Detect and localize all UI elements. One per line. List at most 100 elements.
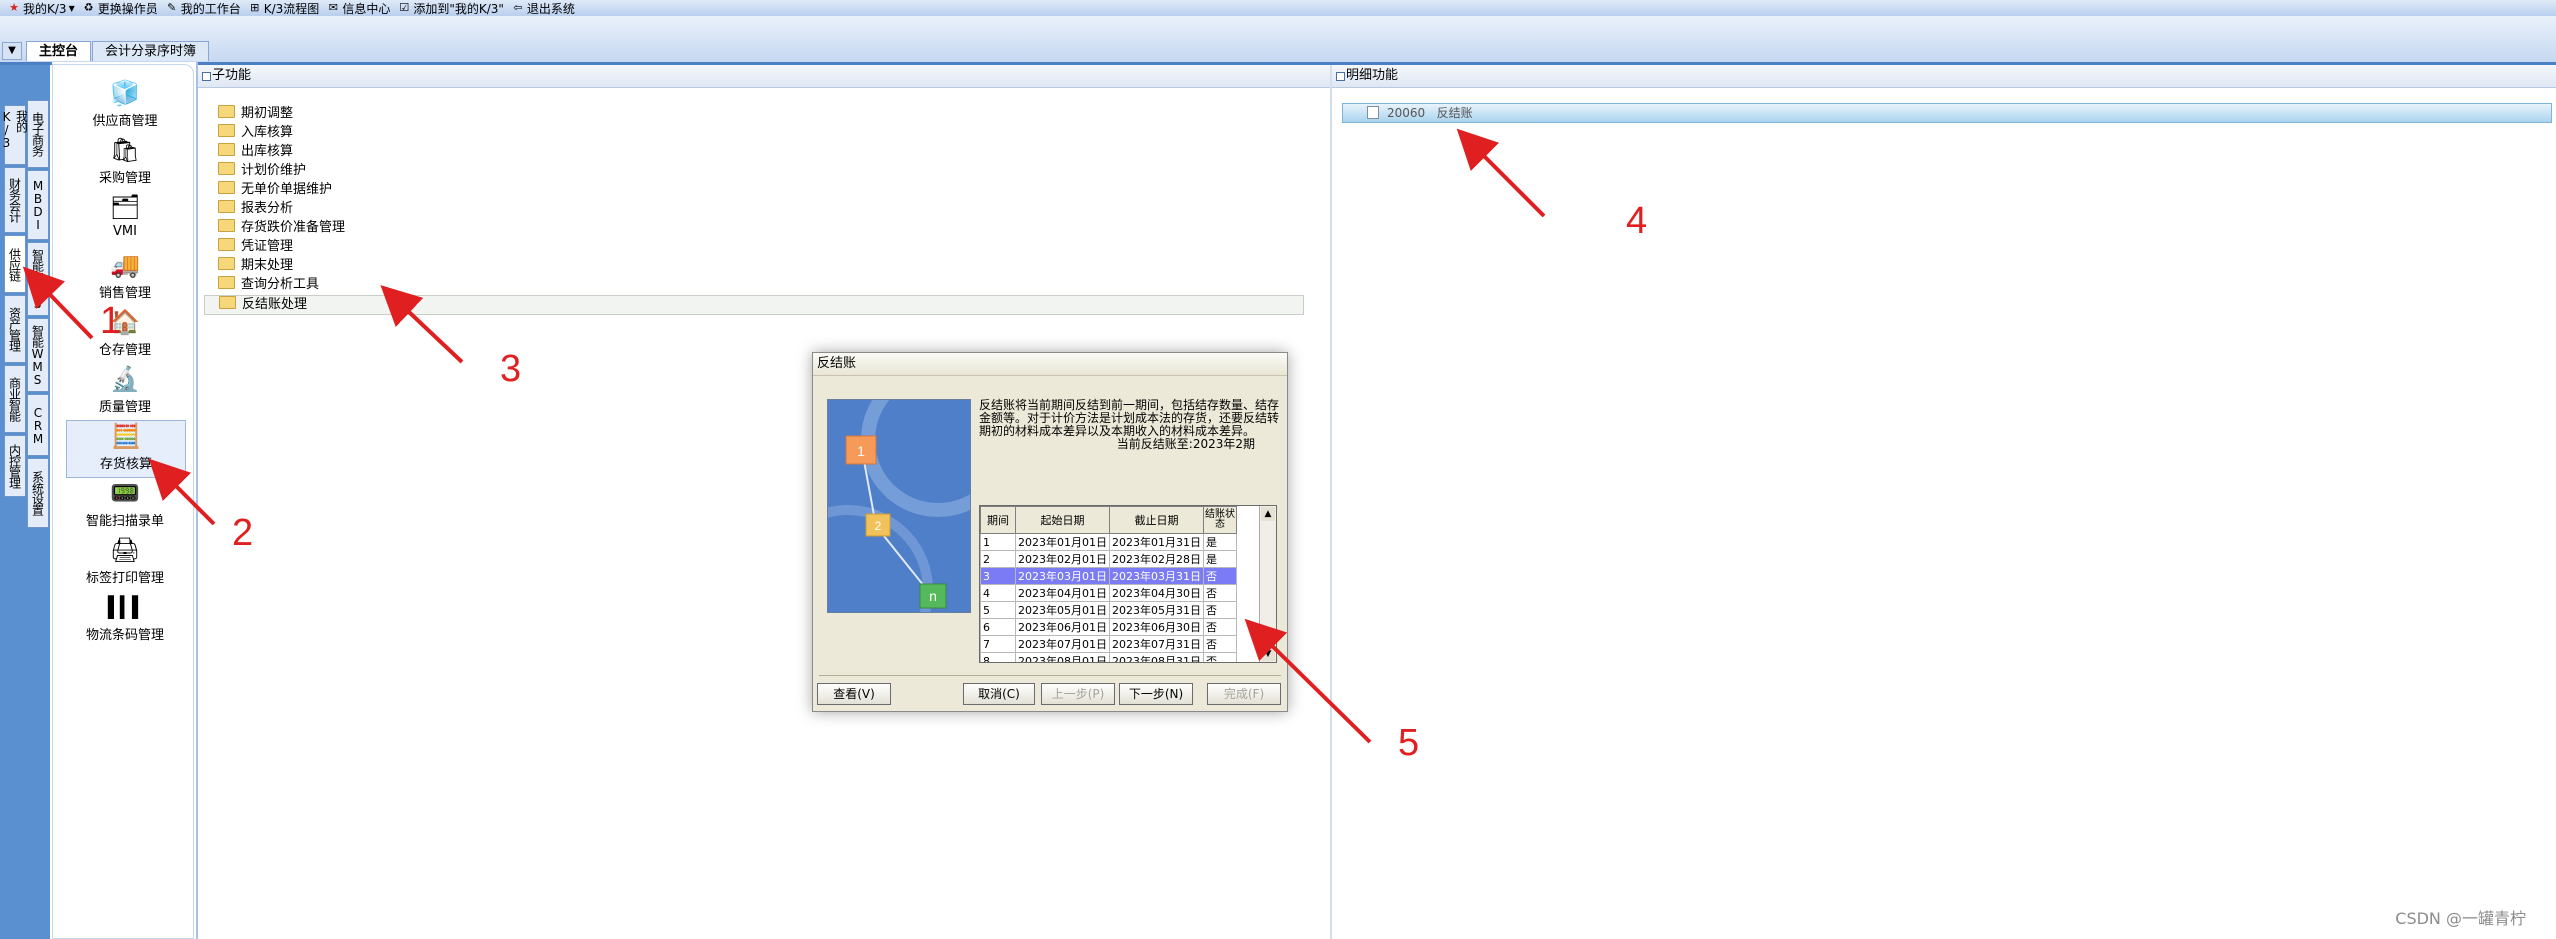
next-button[interactable]: 下一步(N) <box>1119 683 1193 705</box>
art-label-n: n <box>929 588 937 604</box>
module-vmi[interactable]: 🗂 VMI <box>66 192 184 239</box>
add-favorite-icon: ☑ <box>399 1 410 14</box>
module-warehouse[interactable]: 🏠 仓存管理 <box>66 307 184 358</box>
period-table[interactable]: 期间 起始日期 截止日期 结账状态 1 2023年01月01日 2023年01月31… <box>979 505 1277 663</box>
col-header-status: 结账状态 <box>1203 506 1237 534</box>
rail-tab-wms-1[interactable]: 智能WMS <box>27 242 49 316</box>
view-button[interactable]: 查看(V) <box>817 683 891 705</box>
col-header-period: 期间 <box>980 506 1016 534</box>
rail-tab-my-k3[interactable]: 我的K/3 <box>0 105 29 165</box>
tree-item-query-tools[interactable]: 查询分析工具 <box>218 276 319 294</box>
annotation-label-3: 3 <box>500 348 522 390</box>
dialog-description: 反结账将当前期间反结到前一期间，包括结存数量、结存金额等。对于计价方法是计划成本… <box>979 398 1280 451</box>
workbench-icon: ✎ <box>167 1 177 14</box>
scanner-icon: 📟 <box>110 479 140 507</box>
table-row[interactable]: 7 2023年07月01日 2023年07月31日否 <box>980 635 1237 653</box>
tree-item-outbound-accounting[interactable]: 出库核算 <box>218 143 293 161</box>
menu-my-workbench[interactable]: ✎ 我的工作台 <box>166 0 241 17</box>
tab-dropdown-button[interactable]: ▼ <box>2 42 22 60</box>
table-row[interactable]: 6 2023年06月01日 2023年06月30日否 <box>980 618 1237 636</box>
tab-main-console[interactable]: 主控台 <box>26 41 92 61</box>
menu-my-k3[interactable]: ★ 我的K/3 ▼ <box>8 0 75 17</box>
rail-tab-ecommerce[interactable]: 电子商务 <box>27 100 49 168</box>
module-inventory-accounting[interactable]: 🧮 存货核算 <box>66 420 186 478</box>
annotation-label-1: 1 <box>100 300 122 342</box>
tree-item-plan-price[interactable]: 计划价维护 <box>218 162 306 180</box>
scroll-down-icon[interactable]: ▼ <box>1261 647 1275 661</box>
annotation-label-5: 5 <box>1398 722 1420 764</box>
barcode-icon: ▌▍▌ <box>108 595 145 619</box>
tree-item-inventory-impairment[interactable]: 存货跌价准备管理 <box>218 219 345 237</box>
sub-function-header: 子功能 <box>198 65 1330 88</box>
tree-item-period-end[interactable]: 期末处理 <box>218 257 293 275</box>
rail-tab-mbdi[interactable]: MBDI <box>27 170 49 240</box>
calculator-icon: 🧮 <box>111 422 141 450</box>
scroll-up-icon[interactable]: ▲ <box>1261 507 1275 521</box>
wizard-illustration: 1 2 n <box>827 399 971 613</box>
rail-tab-supply-chain[interactable]: 供应链 <box>4 235 26 293</box>
mail-icon: ✉ <box>328 1 338 14</box>
annotation-label-2: 2 <box>232 512 254 554</box>
menu-add-favorite[interactable]: ☑ 添加到"我的K/3" <box>398 0 504 17</box>
dialog-title: 反结账 <box>813 353 1287 376</box>
art-label-2: 2 <box>875 519 882 533</box>
table-row[interactable]: 2 2023年02月01日 2023年02月28日是 <box>980 550 1237 568</box>
menu-switch-operator[interactable]: ♻ 更换操作员 <box>83 0 158 17</box>
detail-item-reverse-closing[interactable]: 20060 反结账 <box>1342 103 2552 123</box>
microscope-icon: 🔬 <box>110 365 140 393</box>
menubar: ★ 我的K/3 ▼ ♻ 更换操作员 ✎ 我的工作台 ⊞ K/3流程图 ✉ 信息中心 ☑ 添加到… <box>0 0 2556 17</box>
module-quality[interactable]: 🔬 质量管理 <box>66 364 184 415</box>
table-row[interactable]: 4 2023年04月01日 2023年04月30日否 <box>980 584 1237 602</box>
table-row[interactable]: 5 2023年05月01日 2023年05月31日否 <box>980 601 1237 619</box>
rail-tab-system-settings[interactable]: 系统设置 <box>27 458 49 528</box>
rail-tab-crm[interactable]: CRM <box>27 394 49 456</box>
module-supplier[interactable]: 🧊 供应商管理 <box>66 78 184 129</box>
rail-tab-asset[interactable]: 资产管理 <box>4 295 26 363</box>
finish-button[interactable]: 完成(F) <box>1207 683 1281 705</box>
rail-tab-bi[interactable]: 商业智能 <box>4 365 26 433</box>
prev-button[interactable]: 上一步(P) <box>1041 683 1115 705</box>
rail-tab-internal-control[interactable]: 内控管理 <box>4 435 26 497</box>
menu-k3-flowchart[interactable]: ⊞ K/3流程图 <box>249 0 319 17</box>
vmi-icon: 🗂 <box>109 193 141 221</box>
rail-tab-finance[interactable]: 财务会计 <box>4 167 26 233</box>
table-row[interactable]: 1 2023年01月01日 2023年01月31日是 <box>980 533 1237 551</box>
table-row[interactable]: 8 2023年08月01日 2023年08月31日否 <box>980 652 1237 662</box>
folder-icon <box>218 181 235 194</box>
folder-icon <box>219 296 236 309</box>
current-period-label: 当前反结账至:2023年2期 <box>1116 437 1255 451</box>
col-header-end: 截止日期 <box>1109 506 1204 534</box>
menu-exit[interactable]: ⇦ 退出系统 <box>512 0 575 17</box>
panel-collapse-icon[interactable] <box>1336 72 1345 81</box>
detail-function-header: 明细功能 <box>1332 65 2556 88</box>
flowchart-icon: ⊞ <box>250 1 260 14</box>
tree-item-opening-adjust[interactable]: 期初调整 <box>218 105 293 123</box>
table-scrollbar[interactable]: ▲ ▼ <box>1259 506 1276 662</box>
rail-tab-wms-2[interactable]: 智能WMS <box>27 318 49 392</box>
folder-icon <box>218 238 235 251</box>
module-logistics-barcode[interactable]: ▌▍▌ 物流条码管理 <box>66 592 184 643</box>
detail-function-panel: 明细功能 20060 反结账 <box>1332 65 2556 939</box>
cancel-button[interactable]: 取消(C) <box>963 683 1035 705</box>
module-sales[interactable]: 🚚 销售管理 <box>66 250 184 301</box>
tree-item-reverse-closing[interactable]: 反结账处理 <box>204 295 1304 315</box>
left-rail: 我的K/3 财务会计 供应链 资产管理 商业智能 内控管理 电子商务 MBDI … <box>0 65 50 939</box>
tree-item-voucher[interactable]: 凭证管理 <box>218 238 293 256</box>
folder-icon <box>218 219 235 232</box>
tree-item-no-price-docs[interactable]: 无单价单据维护 <box>218 181 332 199</box>
panel-collapse-icon[interactable] <box>202 72 211 81</box>
module-smart-scan[interactable]: 📟 智能扫描录单 <box>66 478 184 529</box>
folder-icon <box>218 124 235 137</box>
module-label-print[interactable]: 🖨 标签打印管理 <box>66 535 184 586</box>
tree-item-report-analysis[interactable]: 报表分析 <box>218 200 293 218</box>
menu-info-center[interactable]: ✉ 信息中心 <box>327 0 391 17</box>
table-row-selected[interactable]: 3 2023年03月01日 2023年03月31日否 <box>980 567 1237 585</box>
exit-icon: ⇦ <box>513 1 523 14</box>
star-icon: ★ <box>9 1 19 14</box>
chevron-down-icon: ▼ <box>68 3 75 13</box>
tree-item-inbound-accounting[interactable]: 入库核算 <box>218 124 293 142</box>
tab-journal-entries[interactable]: 会计分录序时簿 <box>92 41 210 61</box>
col-header-start: 起始日期 <box>1015 506 1110 534</box>
document-icon <box>1367 106 1379 119</box>
module-purchase[interactable]: 🛍 采购管理 <box>66 135 184 186</box>
